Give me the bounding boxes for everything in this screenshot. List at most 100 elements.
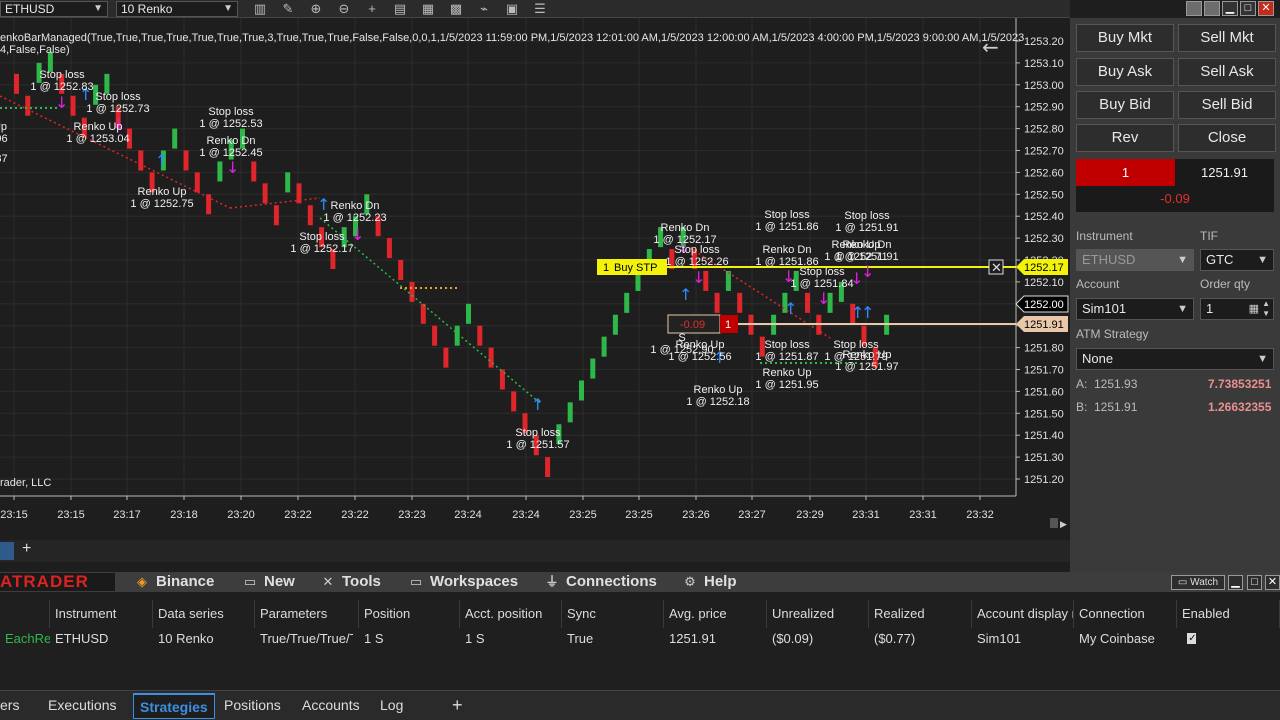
menu-connections[interactable]: ⏚ Connections bbox=[544, 572, 656, 592]
column-header-unrealized[interactable]: Unrealized bbox=[767, 600, 869, 628]
menu-new[interactable]: ▭ New bbox=[242, 572, 295, 592]
minimize-icon[interactable]: ▁ bbox=[1222, 1, 1238, 16]
annotation-detail: 1 @ 1252.17 bbox=[290, 243, 353, 255]
spinner-icon[interactable]: ▲ ▼ bbox=[1262, 299, 1270, 319]
bars-icon[interactable]: ▥ bbox=[252, 1, 268, 17]
column-header-enabled[interactable]: Enabled bbox=[1177, 600, 1280, 628]
column-header-realized[interactable]: Realized bbox=[869, 600, 972, 628]
column-header-account[interactable]: Account display n bbox=[972, 600, 1074, 628]
menu-help[interactable]: ⚙ Help bbox=[682, 572, 736, 592]
annotation-detail: 1 @ 1251.95 bbox=[755, 379, 818, 391]
close-position-button[interactable]: Close bbox=[1178, 124, 1276, 152]
column-header-position[interactable]: Position bbox=[359, 600, 460, 628]
cell-data-series: 10 Renko bbox=[158, 631, 214, 646]
zoom-in-icon[interactable]: ⊕ bbox=[308, 1, 324, 17]
column-header-parameters[interactable]: Parameters bbox=[255, 600, 359, 628]
menu-workspaces[interactable]: ▭ Workspaces bbox=[408, 572, 518, 592]
annotation-detail: 1 @ 1251.84 bbox=[790, 278, 853, 290]
menu-binance[interactable]: ◈ Binance bbox=[134, 572, 214, 592]
crosshair-icon[interactable]: + bbox=[364, 1, 380, 17]
instrument-field[interactable]: ETHUSD ▼ bbox=[1076, 249, 1194, 271]
column-header-strategy[interactable] bbox=[0, 600, 50, 628]
order-qty-stepper[interactable]: 1 ▦ ▲ ▼ bbox=[1200, 298, 1274, 320]
pencil-icon[interactable]: ✎ bbox=[280, 1, 296, 17]
renko-brick bbox=[624, 292, 630, 313]
chart-trader-icon[interactable]: ⌁ bbox=[476, 1, 492, 17]
series-selector-label: 10 Renko bbox=[121, 2, 173, 16]
account-select[interactable]: Sim101 ▼ bbox=[1076, 298, 1194, 320]
close-icon[interactable]: ✕ bbox=[1265, 575, 1280, 590]
series-selector[interactable]: 10 Renko ▼ bbox=[116, 1, 238, 17]
position-qty-text: 1 bbox=[725, 319, 731, 331]
renko-brick bbox=[420, 303, 426, 324]
tab-log[interactable]: Log bbox=[374, 693, 409, 719]
buy-arrow-icon: ↑ bbox=[861, 303, 874, 322]
cell-parameters: True/True/True/T bbox=[260, 631, 353, 646]
renko-brick bbox=[545, 457, 551, 478]
account-select-value: Sim101 bbox=[1082, 301, 1127, 316]
zoom-out-icon[interactable]: ⊖ bbox=[336, 1, 352, 17]
tif-select[interactable]: GTC ▼ bbox=[1200, 249, 1274, 271]
minimize-icon[interactable]: ▁ bbox=[1228, 575, 1243, 590]
tab-executions[interactable]: Executions bbox=[42, 693, 122, 719]
maximize-icon[interactable]: □ bbox=[1240, 1, 1256, 16]
annotation-title: Stop loss bbox=[764, 339, 810, 351]
add-tab-icon[interactable]: + bbox=[446, 693, 469, 719]
position-avg-price: 1251.91 bbox=[1175, 159, 1274, 186]
add-tab-icon[interactable]: + bbox=[22, 540, 31, 558]
tile-icon[interactable] bbox=[1186, 1, 1202, 16]
link-icon[interactable] bbox=[1204, 1, 1220, 16]
atm-strategy-select[interactable]: None ▼ bbox=[1076, 348, 1274, 370]
indicator-label: enkoBarManaged(True,True,True,True,True,… bbox=[0, 32, 1025, 44]
x-tick-label: 23:29 bbox=[796, 509, 824, 521]
x-tick-label: 23:22 bbox=[284, 509, 312, 521]
sell-bid-button[interactable]: Sell Bid bbox=[1178, 91, 1276, 119]
calculator-icon[interactable]: ▦ bbox=[1249, 299, 1259, 319]
buy-bid-button[interactable]: Buy Bid bbox=[1076, 91, 1174, 119]
watch-button[interactable]: ▭ Watch bbox=[1171, 575, 1225, 590]
column-header-connection[interactable]: Connection bbox=[1074, 600, 1177, 628]
annotation-detail: 1 @ 1252.26 bbox=[665, 256, 728, 268]
column-header-sync[interactable]: Sync bbox=[562, 600, 664, 628]
annotation-detail: 1 @ 1252.18 bbox=[686, 396, 749, 408]
new-icon: ▭ bbox=[243, 574, 257, 589]
maximize-icon[interactable]: □ bbox=[1247, 575, 1262, 590]
instrument-label: Instrument bbox=[1076, 229, 1133, 243]
column-header-avg-price[interactable]: Avg. price bbox=[664, 600, 767, 628]
tab-positions[interactable]: Positions bbox=[218, 693, 287, 719]
close-icon[interactable]: ✕ bbox=[1258, 1, 1274, 16]
column-header-data-series[interactable]: Data series bbox=[153, 600, 255, 628]
renko-brick bbox=[14, 73, 19, 94]
menu-tools[interactable]: ✕ Tools bbox=[320, 572, 381, 592]
reverse-button[interactable]: Rev bbox=[1076, 124, 1174, 152]
tab-accounts[interactable]: Accounts bbox=[296, 693, 366, 719]
list-icon[interactable]: ☰ bbox=[532, 1, 548, 17]
instrument-selector[interactable]: ETHUSD ▼ bbox=[0, 1, 108, 17]
enabled-checkbox[interactable]: ✓ bbox=[1182, 628, 1196, 650]
strategies-icon[interactable]: ▩ bbox=[448, 1, 464, 17]
position-pnl: -0.09 bbox=[1076, 186, 1274, 212]
instrument-selector-label: ETHUSD bbox=[5, 2, 55, 16]
y-tick-label: 1253.20 bbox=[1024, 36, 1064, 48]
y-tick-label: 1253.10 bbox=[1024, 58, 1064, 70]
y-tick-label: 1251.60 bbox=[1024, 386, 1064, 398]
renko-brick bbox=[454, 325, 460, 346]
price-chart[interactable]: 1253.20 1253.10 1253.00 1252.90 1252.80 1252.… bbox=[0, 18, 1070, 528]
sell-arrow-icon: ↓ bbox=[817, 289, 830, 308]
y-tick-label: 1252.10 bbox=[1024, 277, 1064, 289]
data-box-icon[interactable]: ▣ bbox=[504, 1, 520, 17]
chart-tab[interactable] bbox=[0, 542, 14, 560]
column-header-instrument[interactable]: Instrument bbox=[50, 600, 153, 628]
annotation-detail: 1 @ 1251.86 bbox=[755, 221, 818, 233]
buy-ask-button[interactable]: Buy Ask bbox=[1076, 58, 1174, 86]
properties-icon[interactable]: ▤ bbox=[392, 1, 408, 17]
sell-ask-button[interactable]: Sell Ask bbox=[1178, 58, 1276, 86]
indicator-icon[interactable]: ▦ bbox=[420, 1, 436, 17]
sell-market-button[interactable]: Sell Mkt bbox=[1178, 24, 1276, 52]
buy-market-button[interactable]: Buy Mkt bbox=[1076, 24, 1174, 52]
column-header-acct-position[interactable]: Acct. position bbox=[460, 600, 562, 628]
tab-orders[interactable]: ers bbox=[0, 693, 25, 719]
annotation-detail: 1 @ 1252.23 bbox=[323, 212, 386, 224]
y-tick-label: 1251.40 bbox=[1024, 430, 1064, 442]
tab-strategies[interactable]: Strategies bbox=[133, 693, 215, 719]
